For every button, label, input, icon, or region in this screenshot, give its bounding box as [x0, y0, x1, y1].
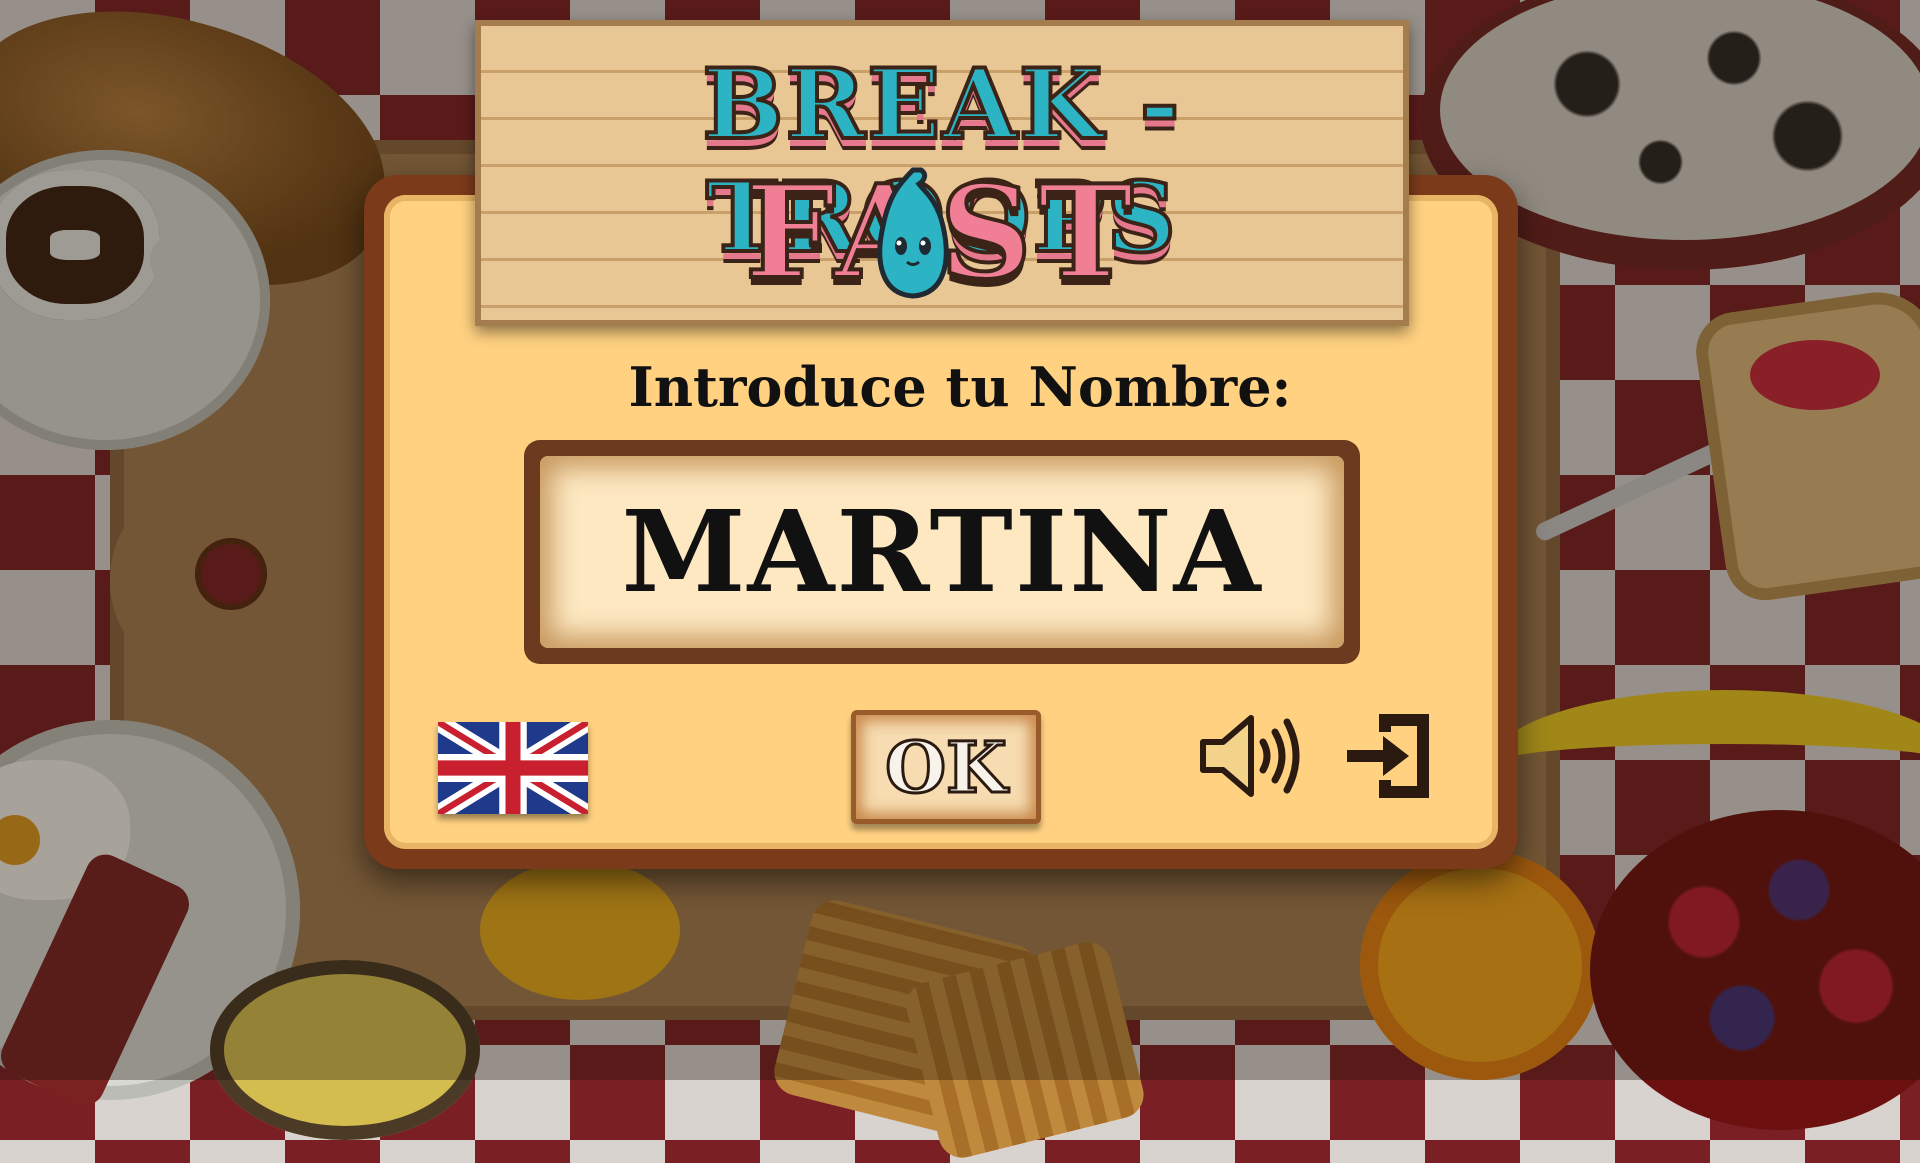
blob-mascot-icon [877, 167, 949, 299]
exit-icon[interactable] [1339, 706, 1439, 806]
player-name-field-inner[interactable]: MARTINA [540, 456, 1344, 648]
player-name-value[interactable]: MARTINA [622, 487, 1263, 618]
ok-button-label: OK [884, 724, 1009, 810]
game-logo: BREAK - TROOPS FAST [475, 20, 1409, 326]
speaker-icon[interactable] [1197, 706, 1301, 806]
player-name-field[interactable]: MARTINA [524, 440, 1360, 664]
name-prompt-label: Introduce tu Nombre: [628, 355, 1292, 419]
ok-button[interactable]: OK [851, 710, 1041, 824]
uk-flag-icon[interactable] [438, 722, 588, 814]
